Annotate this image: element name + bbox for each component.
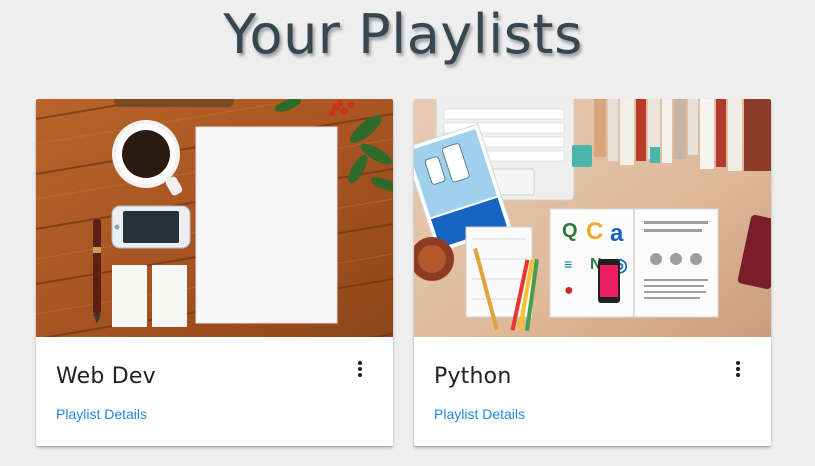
- svg-text:Q: Q: [562, 220, 578, 242]
- playlist-image: [36, 99, 393, 337]
- playlist-details-link[interactable]: Playlist Details: [434, 406, 525, 422]
- playlist-card-python[interactable]: Q C a ≡ N ◎ ● Python Playlist Details: [414, 99, 771, 446]
- playlist-card-web-dev[interactable]: Web Dev Playlist Details: [36, 99, 393, 446]
- svg-text:C: C: [586, 218, 603, 245]
- playlist-details-link[interactable]: Playlist Details: [56, 406, 147, 422]
- svg-text:≡: ≡: [564, 256, 572, 272]
- playlist-title: Python: [434, 364, 512, 389]
- playlist-title: Web Dev: [56, 364, 156, 389]
- more-vert-icon[interactable]: [353, 359, 367, 381]
- playlist-image: Q C a ≡ N ◎ ●: [414, 99, 771, 337]
- svg-text:●: ●: [564, 282, 574, 299]
- more-vert-icon[interactable]: [731, 359, 745, 381]
- svg-text:a: a: [610, 220, 624, 247]
- page-title: Your Playlists: [223, 3, 583, 66]
